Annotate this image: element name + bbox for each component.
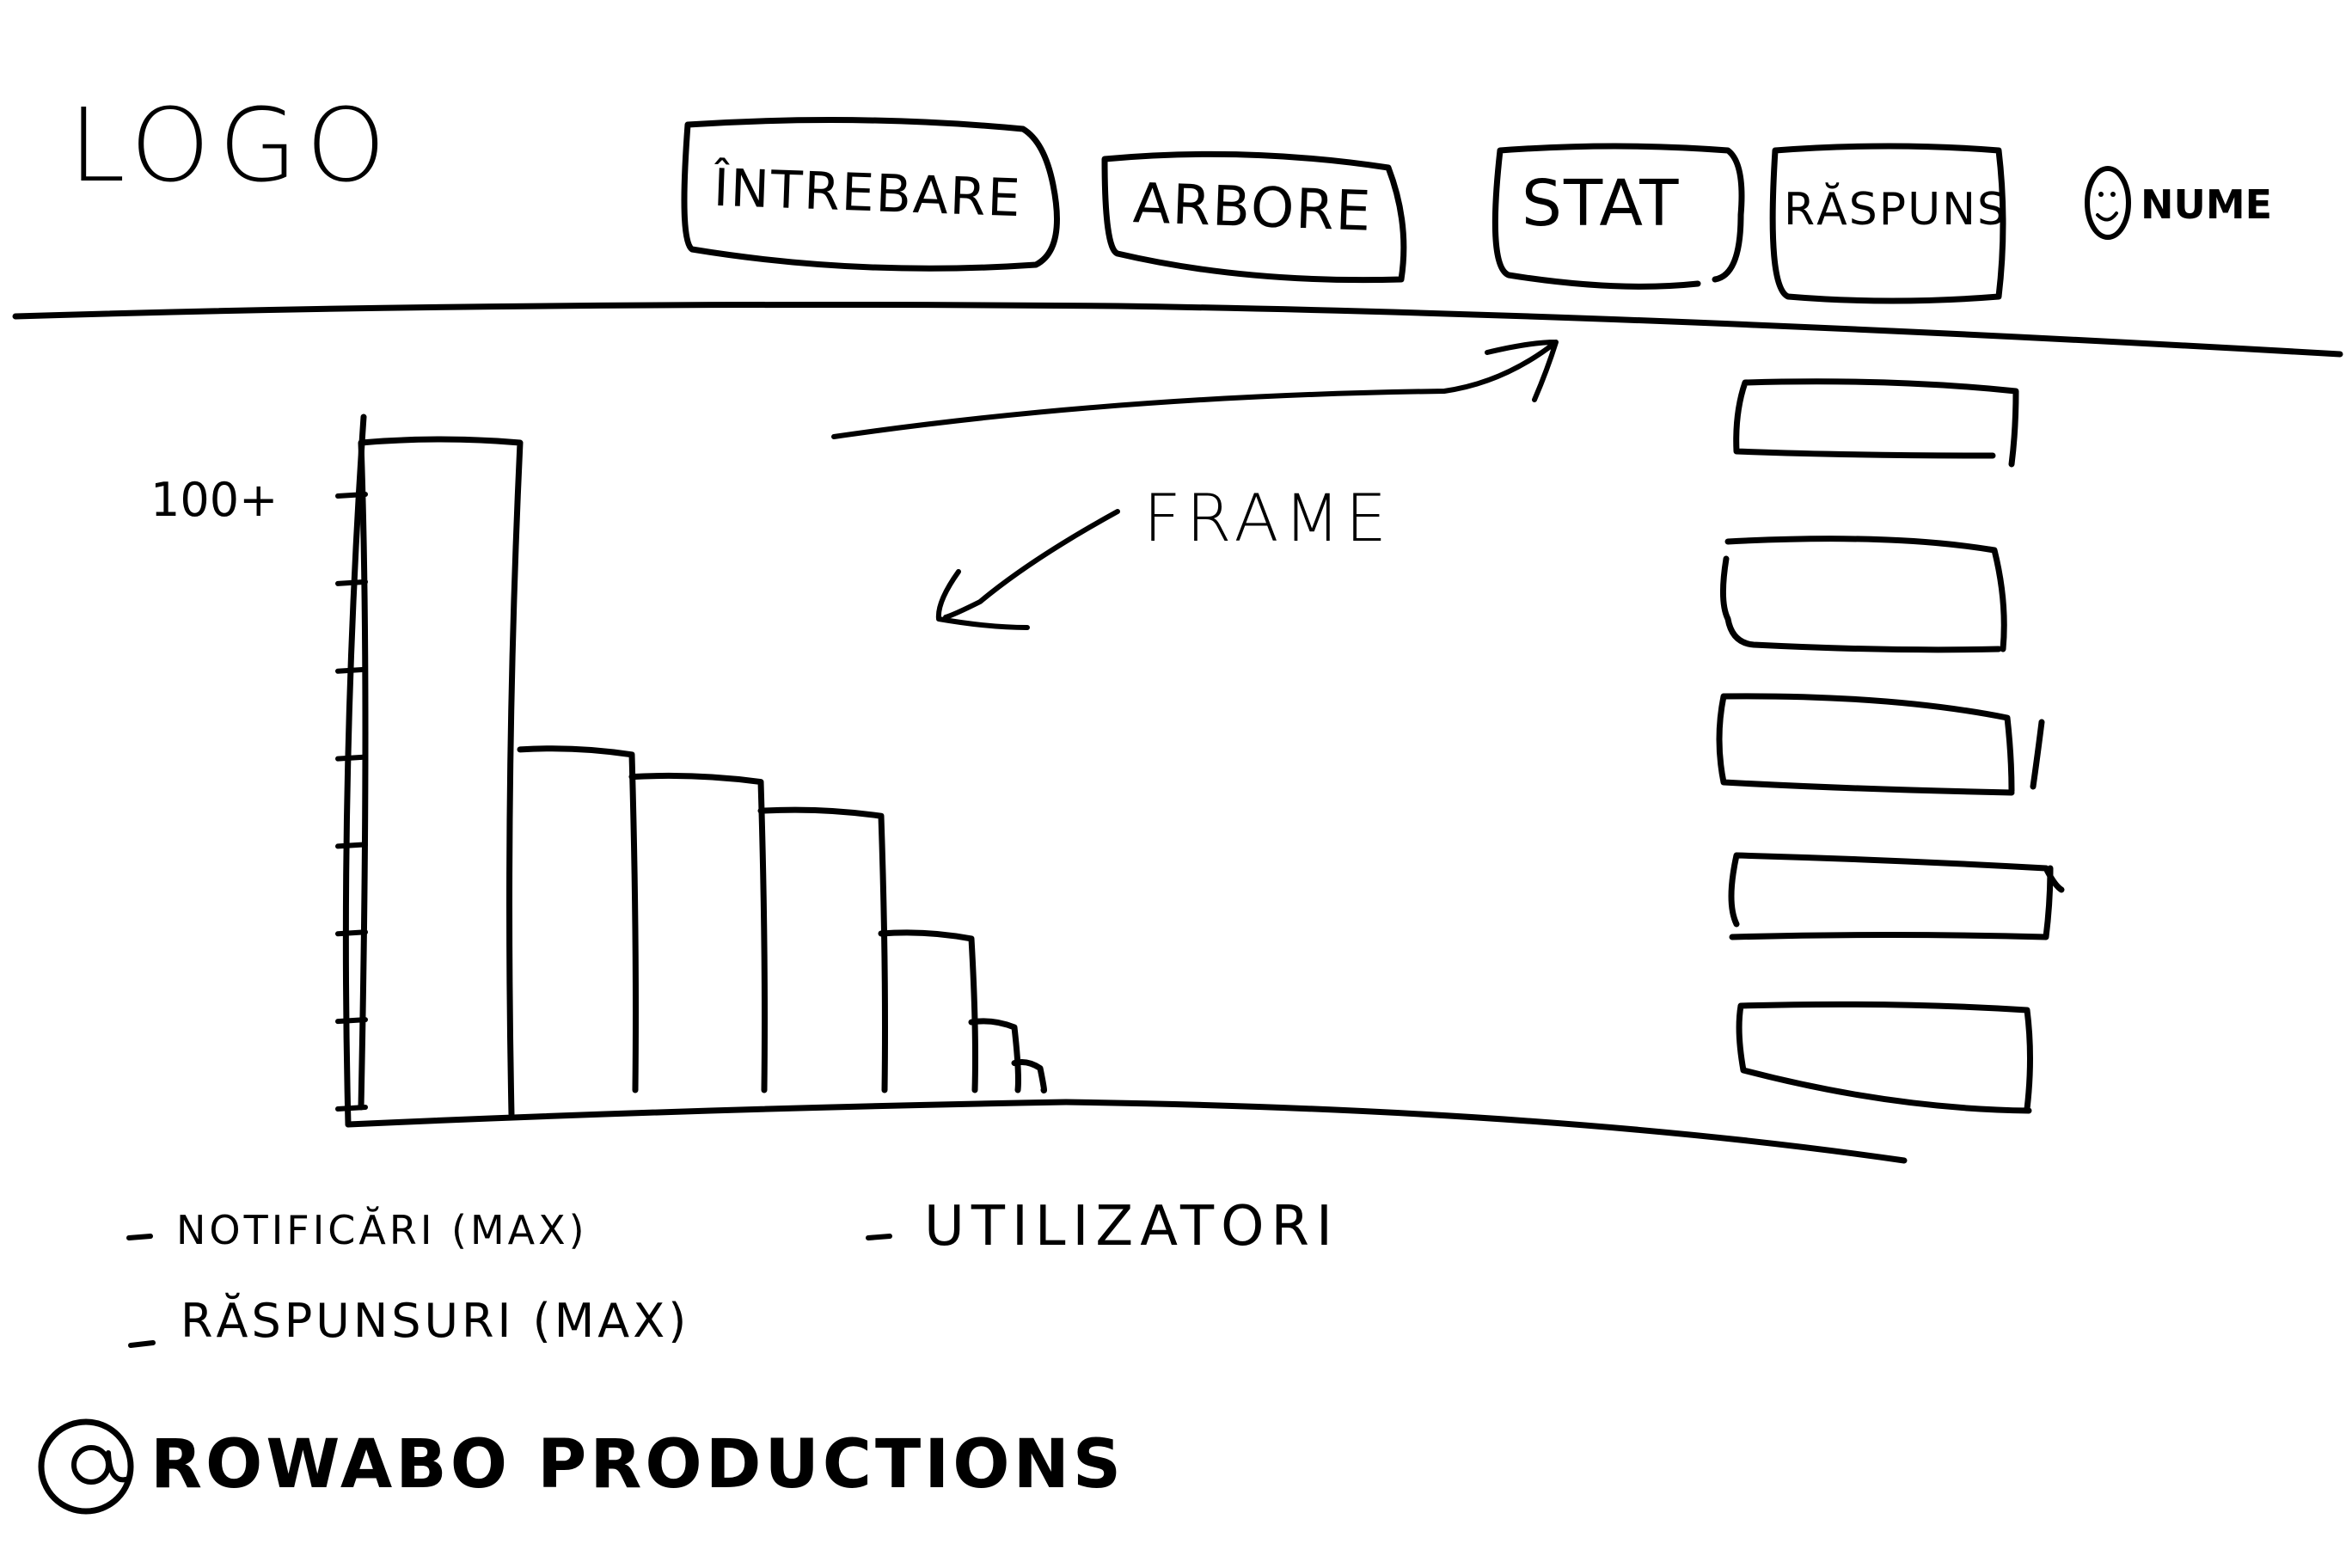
bar-chart: 100+ — [150, 413, 1069, 1128]
tab-arbore[interactable]: ARBORE — [1132, 172, 1374, 244]
chart-bar — [358, 436, 524, 1118]
side-box — [1719, 536, 2007, 653]
logo: LOGO — [69, 86, 395, 205]
chart-bar — [517, 745, 639, 1093]
y-tick — [335, 579, 368, 586]
y-tick-label-top: 100+ — [150, 473, 278, 527]
legend-item-notificari: NOTIFICĂRI (MAX) — [176, 1207, 588, 1253]
y-tick — [335, 666, 368, 674]
side-box — [1733, 378, 2019, 468]
tab-intrebare[interactable]: ÎNTREBARE — [713, 158, 1023, 229]
tab-stat[interactable]: STAT — [1522, 172, 1681, 236]
legend-dash-2 — [128, 1340, 156, 1348]
chart-bar — [878, 929, 978, 1093]
y-tick — [335, 754, 368, 762]
chart-y-ticks: 100+ — [150, 473, 368, 1112]
legend-item-utilizatori: UTILIZATORI — [924, 1195, 1339, 1259]
header-divider — [12, 302, 2343, 358]
side-panel-boxes — [1716, 378, 2065, 1114]
chart-baseline-extension — [1063, 1099, 1908, 1164]
x-axis-line — [345, 1099, 1069, 1128]
chart-bar — [628, 772, 768, 1093]
legend-dash-3 — [866, 1234, 892, 1240]
smiley-face-icon[interactable] — [2085, 166, 2131, 240]
chart-bars — [358, 436, 1047, 1118]
tab-raspuns[interactable]: RĂSPUNS — [1784, 187, 2007, 232]
legend-dash-1 — [126, 1234, 153, 1240]
pointer-arrow-to-stat — [831, 340, 1559, 439]
side-box — [1716, 693, 2045, 796]
chart-bar — [757, 806, 888, 1093]
side-box — [1728, 852, 2065, 940]
y-tick — [335, 842, 368, 849]
frame-annotation-arrow — [935, 509, 1120, 630]
legend-item-raspunsuri: RĂSPUNSURI (MAX) — [181, 1294, 690, 1348]
chart-bar — [968, 1018, 1021, 1093]
at-sign-icon — [38, 1418, 134, 1515]
frame-annotation-label: FRAME — [1143, 480, 1393, 556]
chart-axis — [342, 413, 1069, 1128]
side-box — [1736, 1001, 2033, 1114]
user-name[interactable]: NUME — [2141, 185, 2272, 224]
footer-credit: ROWABO PRODUCTIONS — [150, 1426, 1125, 1504]
